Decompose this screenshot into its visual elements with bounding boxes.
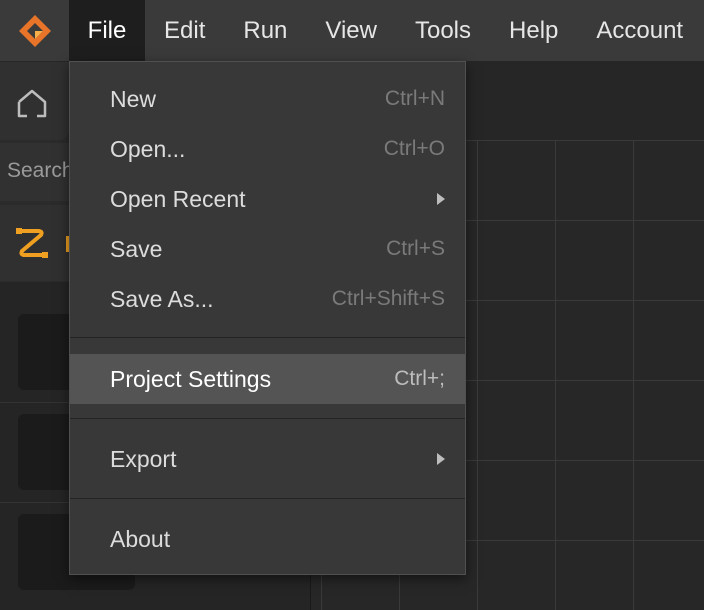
menu-separator — [70, 498, 465, 499]
menu-run[interactable]: Run — [224, 0, 306, 61]
app-window: File Edit Run View Tools Help Account Se… — [0, 0, 704, 610]
menu-item-open[interactable]: Open... Ctrl+O — [70, 124, 465, 174]
submenu-arrow-icon — [437, 453, 445, 465]
menu-item-shortcut: Ctrl+S — [386, 237, 445, 260]
search-input[interactable]: Search — [7, 159, 69, 183]
menu-bar: File Edit Run View Tools Help Account — [0, 0, 704, 62]
menu-item-new[interactable]: New Ctrl+N — [70, 74, 465, 124]
menu-edit[interactable]: Edit — [145, 0, 224, 61]
menu-item-shortcut: Ctrl+Shift+S — [331, 287, 445, 310]
submenu-arrow-icon — [437, 193, 445, 205]
menu-item-label: Save — [110, 235, 163, 262]
home-icon[interactable] — [16, 88, 48, 118]
menu-item-project-settings[interactable]: Project Settings Ctrl+; — [70, 354, 465, 404]
app-logo — [0, 0, 69, 61]
file-menu-dropdown: New Ctrl+N Open... Ctrl+O Open Recent Sa… — [69, 61, 466, 575]
menu-item-label: Open Recent — [110, 185, 246, 212]
menu-separator — [70, 337, 465, 338]
menu-tools[interactable]: Tools — [396, 0, 490, 61]
menu-item-shortcut: Ctrl+O — [383, 137, 445, 160]
menu-help[interactable]: Help — [490, 0, 577, 61]
menu-separator — [70, 418, 465, 419]
menu-item-label: Project Settings — [110, 365, 272, 392]
menu-item-shortcut: Ctrl+; — [394, 367, 445, 390]
menu-item-label: Save As... — [110, 285, 214, 312]
menu-item-save-as[interactable]: Save As... Ctrl+Shift+S — [70, 274, 465, 324]
flow-icon — [16, 228, 48, 258]
menu-item-open-recent[interactable]: Open Recent — [70, 174, 465, 224]
menu-item-label: New — [110, 85, 157, 112]
menu-item-label: Open... — [110, 135, 186, 162]
menu-item-label: About — [110, 525, 171, 552]
menu-item-export[interactable]: Export — [70, 434, 465, 484]
app-logo-icon — [18, 14, 51, 47]
menu-view[interactable]: View — [306, 0, 396, 61]
menu-account[interactable]: Account — [577, 0, 702, 61]
menu-item-save[interactable]: Save Ctrl+S — [70, 224, 465, 274]
menu-item-about[interactable]: About — [70, 514, 465, 564]
menu-file[interactable]: File — [69, 0, 145, 61]
menu-item-label: Export — [110, 445, 177, 472]
menu-item-shortcut: Ctrl+N — [384, 87, 445, 110]
